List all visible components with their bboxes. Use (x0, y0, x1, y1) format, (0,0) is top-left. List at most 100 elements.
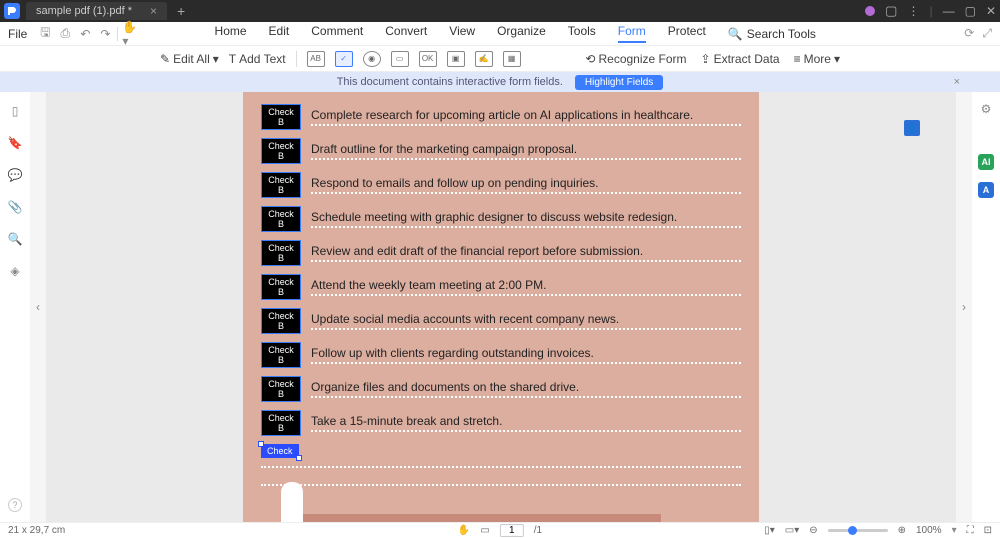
menu-home[interactable]: Home (215, 24, 247, 43)
undo-icon[interactable]: ↶ (77, 26, 93, 42)
help-icon[interactable]: ? (8, 498, 22, 512)
menu-view[interactable]: View (449, 24, 475, 43)
panel-icon[interactable]: ▢ (885, 3, 897, 19)
checkbox-field[interactable]: Check B (261, 104, 301, 130)
checkbox-field[interactable]: Check B (261, 308, 301, 334)
checkbox-field[interactable]: Check B (261, 342, 301, 368)
minimize-icon[interactable]: — (943, 4, 955, 18)
menu-file[interactable]: File (8, 27, 27, 41)
prev-page-chevron[interactable]: ‹ (30, 92, 46, 522)
task-text: Take a 15-minute break and stretch. (311, 414, 741, 432)
layers-icon[interactable]: ◈ (8, 264, 22, 278)
expand-icon[interactable]: ⤢ (982, 26, 992, 41)
comments-icon[interactable]: 💬 (8, 168, 22, 182)
view-mode-icon[interactable]: ▯▾ (764, 525, 775, 536)
bookmarks-icon[interactable]: 🔖 (8, 136, 22, 150)
maximize-icon[interactable]: ▢ (965, 4, 976, 18)
checkbox-field[interactable]: Check B (261, 376, 301, 402)
menu-protect[interactable]: Protect (668, 24, 706, 43)
select-tool-icon[interactable]: ▭ (480, 525, 489, 536)
add-text-button[interactable]: T Add Text (229, 52, 286, 66)
ai-badge-icon[interactable]: AI (978, 154, 994, 170)
note-tab-shape (281, 482, 303, 522)
search-tools[interactable]: 🔍 Search Tools (728, 24, 816, 43)
dropdown-field-icon[interactable]: ▭ (391, 51, 409, 67)
save-icon[interactable]: 🖫 (37, 26, 53, 42)
date-field-icon[interactable]: ▦ (503, 51, 521, 67)
next-page-chevron[interactable]: › (956, 92, 972, 522)
fullscreen-icon[interactable]: ⊡ (984, 525, 992, 536)
form-toolbar: ✎ Edit All ▾ T Add Text AB ✓ ◉ ▭ OK ▣ ✍ … (0, 46, 1000, 72)
attachments-icon[interactable]: 📎 (8, 200, 22, 214)
recognize-form-button[interactable]: ⟲ Recognize Form (585, 52, 686, 66)
menu-comment[interactable]: Comment (311, 24, 363, 43)
left-rail: ▯ 🔖 💬 📎 🔍 ◈ ? (0, 92, 30, 522)
selected-checkbox-field[interactable]: Check (261, 444, 299, 458)
more-button[interactable]: ≡ More ▾ (794, 52, 840, 66)
thumbnails-icon[interactable]: ▯ (8, 104, 22, 118)
task-row: Check B Respond to emails and follow up o… (261, 172, 741, 198)
zoom-slider[interactable] (828, 529, 888, 532)
main-menu: Home Edit Comment Convert View Organize … (215, 24, 816, 43)
user-avatar-dot[interactable] (865, 6, 875, 16)
document-area[interactable]: Check B Complete research for upcoming ar… (46, 92, 956, 522)
pdf-page: Check B Complete research for upcoming ar… (243, 92, 759, 522)
zoom-in-icon[interactable]: ⊕ (898, 525, 906, 536)
extract-data-button[interactable]: ⇪ Extract Data (701, 52, 780, 66)
properties-icon[interactable]: ⚙ (981, 102, 992, 116)
statusbar: 21 x 29,7 cm ✋ ▭ /1 ▯▾ ▭▾ ⊖ ⊕ 100%▾ ⛶ ⊡ (0, 522, 1000, 538)
hand-dropdown-icon[interactable]: ✋▾ (122, 26, 138, 42)
task-row: Check B Attend the weekly team meeting at… (261, 274, 741, 300)
task-text: Draft outline for the marketing campaign… (311, 142, 741, 160)
menu-icon[interactable]: ⋮ (907, 4, 919, 18)
menubar: File 🖫 ⎙ ↶ ↷ ✋▾ Home Edit Comment Conver… (0, 22, 1000, 46)
task-row: Check BUpdate social media accounts with… (261, 308, 741, 334)
search-icon: 🔍 (728, 27, 743, 41)
checkbox-field-icon[interactable]: ✓ (335, 51, 353, 67)
task-row: Check B Complete research for upcoming ar… (261, 104, 741, 130)
task-text: Respond to emails and follow up on pendi… (311, 176, 741, 194)
checkbox-field[interactable]: Check B (261, 240, 301, 266)
collaborator-avatar[interactable]: 👤 (904, 120, 920, 136)
menu-tools[interactable]: Tools (568, 24, 596, 43)
checkbox-field[interactable]: Check B (261, 172, 301, 198)
settings-sync-icon[interactable]: ⟳ (964, 26, 974, 41)
close-infobar-icon[interactable]: × (954, 76, 960, 88)
redo-icon[interactable]: ↷ (97, 26, 113, 42)
task-text: Complete research for upcoming article o… (311, 108, 741, 126)
menu-edit[interactable]: Edit (269, 24, 290, 43)
titlebar: sample pdf (1).pdf * × + ▢ ⋮ | — ▢ ✕ (0, 0, 1000, 22)
image-field-icon[interactable]: ▣ (447, 51, 465, 67)
radio-field-icon[interactable]: ◉ (363, 51, 381, 67)
right-rail: ⚙ AI A (972, 92, 1000, 522)
app-badge-icon[interactable]: A (978, 182, 994, 198)
page-dimensions: 21 x 29,7 cm (8, 525, 65, 536)
search-panel-icon[interactable]: 🔍 (8, 232, 22, 246)
button-field-icon[interactable]: OK (419, 51, 437, 67)
tab-close-icon[interactable]: × (150, 4, 157, 18)
zoom-level[interactable]: 100% (916, 525, 942, 536)
task-text: Schedule meeting with graphic designer t… (311, 210, 741, 228)
fit-page-icon[interactable]: ⛶ (967, 525, 974, 536)
new-tab-button[interactable]: + (177, 3, 185, 19)
menu-form[interactable]: Form (618, 24, 646, 43)
highlight-fields-button[interactable]: Highlight Fields (575, 75, 663, 90)
edit-all-button[interactable]: ✎ Edit All ▾ (160, 52, 219, 66)
document-tab[interactable]: sample pdf (1).pdf * × (26, 2, 167, 20)
menu-convert[interactable]: Convert (385, 24, 427, 43)
checkbox-field[interactable]: Check B (261, 410, 301, 436)
print-icon[interactable]: ⎙ (57, 26, 73, 42)
close-window-icon[interactable]: ✕ (986, 4, 996, 18)
task-text: Review and edit draft of the financial r… (311, 244, 741, 262)
checkbox-field[interactable]: Check B (261, 206, 301, 232)
page-number-input[interactable] (500, 524, 524, 537)
checkbox-field[interactable]: Check B (261, 138, 301, 164)
signature-field-icon[interactable]: ✍ (475, 51, 493, 67)
checkbox-field[interactable]: Check B (261, 274, 301, 300)
menu-organize[interactable]: Organize (497, 24, 546, 43)
reading-mode-icon[interactable]: ▭▾ (785, 525, 799, 536)
hand-tool-icon[interactable]: ✋ (458, 525, 470, 536)
task-text: Attend the weekly team meeting at 2:00 P… (311, 278, 741, 296)
text-field-icon[interactable]: AB (307, 51, 325, 67)
zoom-out-icon[interactable]: ⊖ (809, 525, 817, 536)
